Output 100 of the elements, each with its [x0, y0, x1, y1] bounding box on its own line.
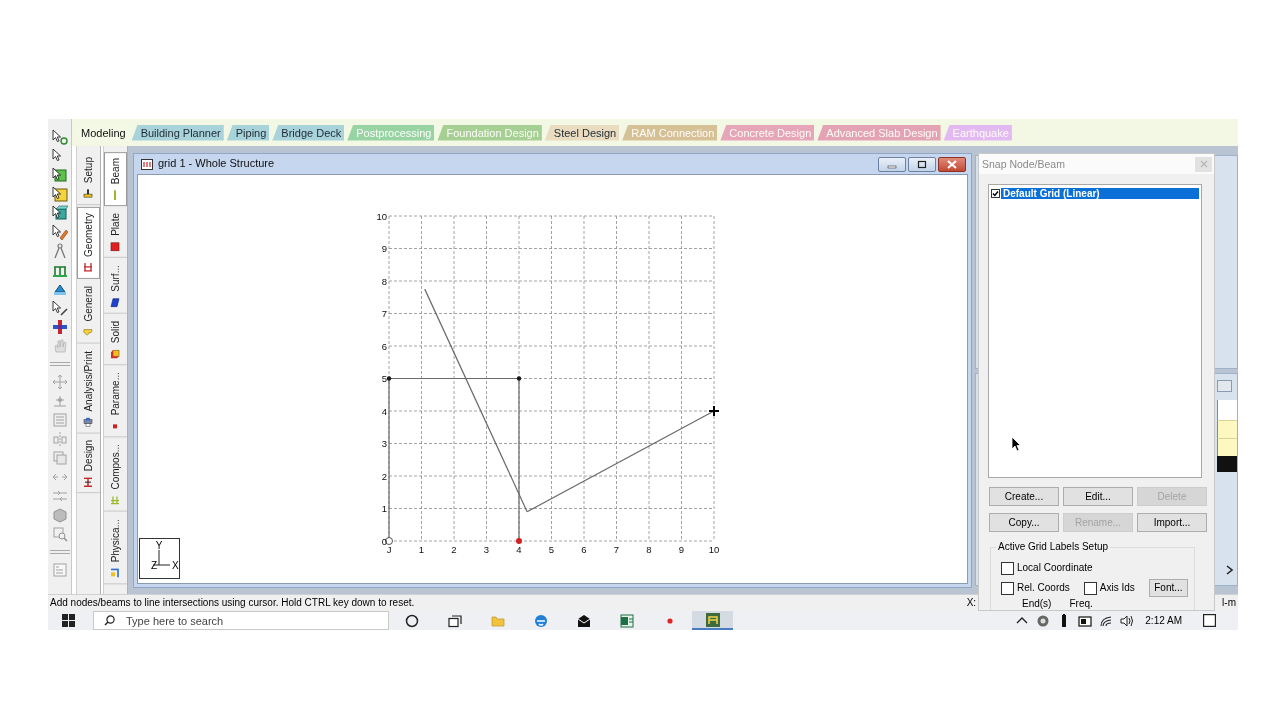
- grid-label: 10: [376, 210, 387, 221]
- dialog-button[interactable]: Import...: [1137, 513, 1207, 532]
- cube-icon: [110, 348, 121, 359]
- side-tab[interactable]: Design: [77, 435, 100, 494]
- axis-label: Z: [150, 560, 157, 571]
- side-tab[interactable]: Parame...: [104, 366, 127, 438]
- group-title: Active Grid Labels Setup: [996, 541, 1111, 553]
- solid-cursor-icon[interactable]: [51, 205, 68, 221]
- dialog-button[interactable]: Create...: [989, 487, 1059, 506]
- stamp-icon: [83, 189, 94, 200]
- node-dot: [516, 537, 522, 544]
- side-tab[interactable]: Setup: [77, 152, 100, 206]
- grid-label: 4: [381, 405, 387, 416]
- font-button[interactable]: Font...: [1148, 579, 1188, 597]
- checkbox-label: Local Coordinate: [1017, 562, 1093, 574]
- grid-label: 8: [646, 543, 652, 555]
- surface-cursor-icon[interactable]: [51, 224, 68, 240]
- pointer-edit-icon[interactable]: [51, 300, 68, 316]
- side-tab[interactable]: Plate: [104, 208, 127, 258]
- grid-label: 7: [381, 307, 387, 319]
- checkbox[interactable]: [991, 189, 1000, 198]
- grid-label: 3: [483, 543, 490, 555]
- maximize-icon: [916, 159, 928, 169]
- grid-label: 9: [678, 543, 685, 555]
- dialog-button[interactable]: Edit...: [1063, 487, 1133, 506]
- close-button[interactable]: [938, 156, 966, 172]
- wifi-icon[interactable]: [1099, 613, 1114, 628]
- corner-frame-icon: [110, 568, 121, 579]
- search-field[interactable]: Type here to search: [93, 611, 389, 630]
- grid-label: 4: [516, 543, 522, 555]
- beam-frame-icon: [110, 495, 121, 506]
- plus-icon[interactable]: [51, 319, 68, 335]
- volume-icon[interactable]: [1120, 613, 1135, 628]
- structure-app-icon: [705, 612, 720, 627]
- ribbon-tab[interactable]: Piping: [226, 124, 270, 141]
- search-icon: [104, 615, 115, 626]
- checkbox[interactable]: [1083, 581, 1097, 595]
- side-tab[interactable]: Compos...: [104, 439, 127, 512]
- display-icon[interactable]: [1078, 613, 1093, 628]
- window-icon: [141, 158, 153, 170]
- chevron-right-icon[interactable]: [1226, 565, 1233, 575]
- browser-icon: [533, 613, 548, 628]
- side-tab[interactable]: Beam: [104, 152, 127, 207]
- snap-marker-icon: [385, 536, 393, 545]
- checkbox-label: Rel. Coords: [1017, 582, 1070, 594]
- checkbox[interactable]: [1001, 561, 1014, 575]
- coordinate-label: X:: [966, 597, 977, 609]
- clock-time[interactable]: 2:12 AM: [1145, 614, 1182, 627]
- ribbon-tab[interactable]: Steel Design: [544, 124, 620, 141]
- grid-label: 10: [708, 543, 720, 555]
- grid-label: 9: [381, 242, 387, 254]
- side-tab[interactable]: Analysis/Print: [77, 345, 100, 434]
- maximize-button[interactable]: [908, 156, 936, 172]
- beam-cursor-icon[interactable]: [51, 167, 68, 183]
- close-icon: [1199, 160, 1208, 168]
- cloud-icon: [83, 327, 94, 338]
- circle-icon: [404, 613, 419, 628]
- surface-icon: [110, 297, 121, 308]
- ribbon-tab[interactable]: Building Planner: [131, 124, 224, 141]
- circle-badge-icon[interactable]: [1036, 613, 1051, 628]
- status-message: Add nodes/beams to line intersections using cursor. Hold CTRL key down to reset.: [50, 597, 415, 609]
- plate-cursor-icon[interactable]: [51, 186, 68, 202]
- node-cursor-icon[interactable]: [51, 129, 68, 145]
- frame-icon: [83, 263, 94, 274]
- node-dot: [516, 375, 522, 381]
- grid-label: 3: [381, 437, 387, 449]
- dialog-title: Snap Node/Beam: [982, 157, 1065, 171]
- node-dot: [386, 375, 392, 381]
- windows-logo-icon[interactable]: [62, 614, 75, 627]
- ribbon-tab[interactable]: Bridge Deck: [272, 124, 345, 141]
- grid-label: 7: [613, 543, 620, 555]
- grid-label: 1: [418, 543, 425, 555]
- grid-label: J: [386, 543, 392, 555]
- close-icon: [946, 159, 958, 169]
- grid-list-item[interactable]: Default Grid (Linear): [1001, 188, 1199, 199]
- units-label: l-m: [1222, 597, 1236, 609]
- side-tab[interactable]: Surf...: [104, 259, 127, 314]
- column-label: Freq.: [1069, 598, 1093, 610]
- side-tab[interactable]: Geometry: [77, 207, 100, 280]
- grid-label: 1: [381, 502, 387, 514]
- plate-icon: [110, 241, 121, 252]
- axis-label: Y: [155, 540, 163, 551]
- compass-icon[interactable]: [51, 243, 68, 259]
- table-header-cell: [1217, 399, 1237, 420]
- i-beam-icon: [83, 477, 94, 488]
- crosshair-cursor-icon: [708, 404, 720, 417]
- side-tab[interactable]: General: [77, 281, 100, 344]
- side-tab[interactable]: Physica...: [104, 513, 127, 585]
- window-title: grid 1 - Whole Structure: [158, 157, 275, 171]
- grid-label: 5: [381, 372, 387, 384]
- grid-label: 0: [381, 535, 387, 546]
- side-tab[interactable]: Solid: [104, 315, 127, 365]
- grid-label: 5: [548, 543, 555, 555]
- grid-label: 6: [581, 543, 587, 555]
- checkbox[interactable]: [1001, 581, 1014, 595]
- folder-icon: [490, 613, 505, 628]
- notification-icon[interactable]: [1203, 614, 1216, 627]
- grid-label: 6: [381, 340, 387, 351]
- envelope-icon: [576, 613, 591, 628]
- dialog-button[interactable]: Copy...: [989, 513, 1059, 532]
